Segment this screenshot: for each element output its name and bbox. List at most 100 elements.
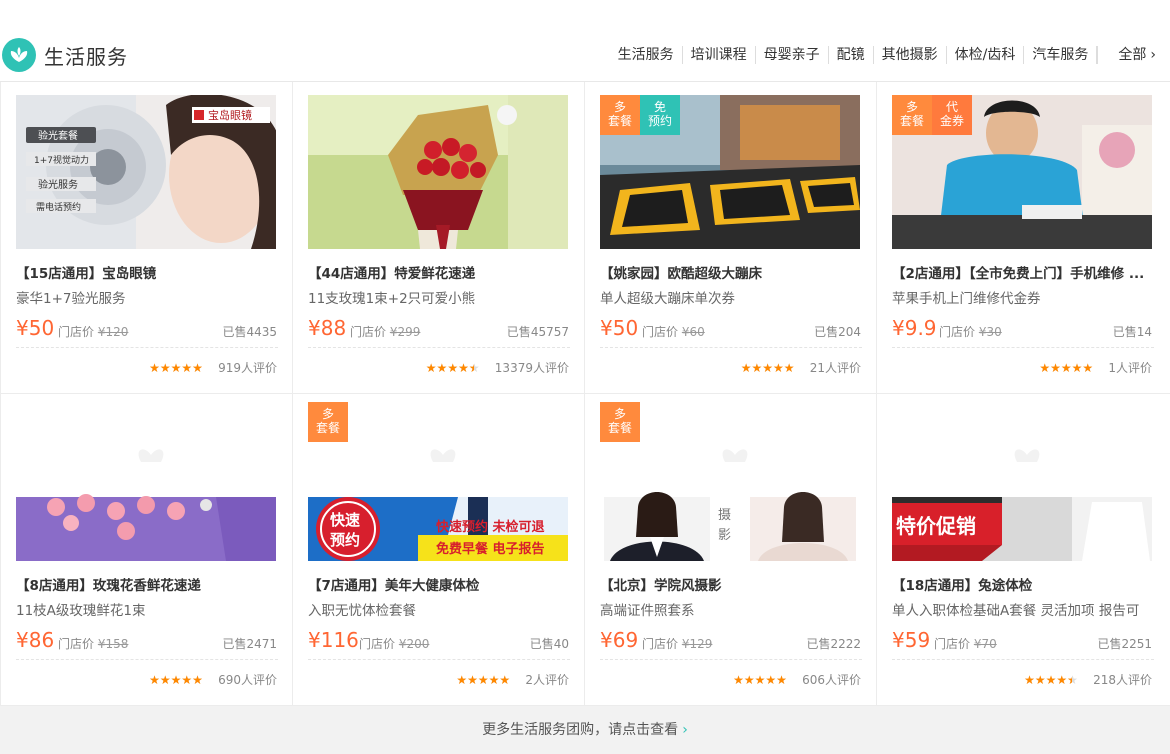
more-deals-link[interactable]: 更多生活服务团购，请点击查看 › [0, 706, 1170, 754]
image-text: 1+7视觉动力 [34, 154, 89, 166]
deal-price: ¥88 [308, 316, 347, 340]
review-count: 1 [1108, 360, 1116, 375]
review-label: 人评价 [824, 361, 861, 375]
badge-text: 多 套餐 [315, 407, 340, 435]
nav-all-link[interactable]: 全部 › [1098, 46, 1170, 64]
deal-title[interactable]: 【15店通用】宝岛眼镜 [16, 262, 278, 282]
deal-card[interactable]: 快速 预约 快速预约 未检可退 免费早餐 电子报告 多 套餐 【7店通用】美年大… [293, 394, 585, 706]
badge-text: 多 套餐 [899, 100, 924, 128]
sold-label: 已售 [529, 637, 554, 651]
deal-card[interactable]: 宝岛眼镜 验光套餐 1+7视觉动力 验光服务 需电话预约 【15店通用】宝岛眼镜… [1, 82, 293, 394]
store-price: 门店价 ¥70 [934, 635, 997, 652]
deal-image[interactable] [16, 407, 276, 561]
deal-card[interactable]: 多 套餐 免 预约 【姚家园】欧酷超级大蹦床 单人超级大蹦床单次券 ¥50 门店… [585, 82, 877, 394]
deal-card[interactable]: 多 套餐 代 金券 【2店通用】【全市免费上门】手机维修 ... 苹果手机上门维… [877, 82, 1170, 394]
sold-label: 已售 [222, 325, 247, 339]
deal-title[interactable]: 【2店通用】【全市免费上门】手机维修 ... [892, 262, 1154, 282]
badge: 多 套餐 [308, 402, 348, 442]
nav-item-photography[interactable]: 其他摄影 [874, 46, 947, 64]
sold-label: 已售 [222, 637, 247, 651]
image-text: 预约 [330, 531, 360, 549]
image-text: 宝岛眼镜 [208, 108, 252, 122]
review-label: 人评价 [532, 361, 569, 375]
deal-card[interactable]: 【8店通用】玫瑰花香鲜花速递 11枝A级玫瑰鲜花1束 ¥86 门店价 ¥158 … [1, 394, 293, 706]
store-price-value: ¥129 [681, 637, 713, 651]
deal-subtitle: 单人超级大蹦床单次券 [600, 291, 735, 307]
rating: ★★★★★★★★★★ 218人评价 [1024, 671, 1152, 688]
deal-card[interactable]: 【44店通用】特爱鲜花速递 11支玫瑰1束+2只可爱小熊 ¥88 门店价 ¥29… [293, 82, 585, 394]
divider [16, 659, 278, 660]
star-rating-icon: ★★★★★★★★★★ [149, 672, 203, 687]
store-price-label: 门店价 [939, 325, 976, 339]
deal-subtitle: 豪华1+7验光服务 [16, 291, 126, 307]
review-label: 人评价 [240, 361, 277, 375]
deal-subtitle: 单人入职体检基础A套餐 灵活加项 报告可 [892, 603, 1140, 619]
sold-label: 已售 [806, 637, 831, 651]
deal-title[interactable]: 【8店通用】玫瑰花香鲜花速递 [16, 574, 278, 594]
review-count: 919 [218, 360, 241, 375]
store-price-value: ¥30 [978, 325, 1002, 339]
store-price-label: 门店价 [642, 325, 679, 339]
nav-item-glasses[interactable]: 配镜 [829, 46, 874, 64]
rating: ★★★★★ ★★★★★ 21 人评价 [741, 359, 861, 376]
badge-group: 多 套餐 [600, 402, 640, 442]
store-price-value: ¥158 [97, 637, 129, 651]
image-text: 验光服务 [38, 178, 78, 191]
deal-price: ¥9.9 [892, 316, 937, 340]
deal-price: ¥50 [600, 316, 639, 340]
image-text: 特价促销 [896, 514, 976, 538]
section-header: 生活服务 生活服务 培训课程 母婴亲子 配镜 其他摄影 体检/齿科 汽车服务 全… [0, 0, 1170, 82]
divider [16, 347, 278, 348]
sold-value: 2251 [1121, 637, 1152, 651]
divider [308, 347, 570, 348]
store-price: 门店价 ¥60 [642, 323, 705, 340]
nav-all-label: 全部 [1118, 47, 1147, 63]
nav-item-life-service[interactable]: 生活服务 [610, 46, 683, 64]
review-label: 人评价 [824, 673, 861, 687]
nav-item-health-check[interactable]: 体检/齿科 [947, 46, 1025, 64]
sold-label: 已售 [1097, 637, 1122, 651]
sold-value: 40 [553, 637, 569, 651]
store-price: 门店价 ¥200 [359, 635, 429, 652]
store-price-value: ¥200 [398, 637, 430, 651]
deal-image[interactable]: 特价促销 [892, 407, 1152, 561]
section-title: 生活服务 [44, 45, 128, 69]
deal-grid: 宝岛眼镜 验光套餐 1+7视觉动力 验光服务 需电话预约 【15店通用】宝岛眼镜… [0, 82, 1170, 706]
badge: 多 套餐 [892, 95, 932, 135]
deal-subtitle: 11枝A级玫瑰鲜花1束 [16, 603, 146, 619]
store-price-value: ¥60 [681, 325, 705, 339]
chevron-right-icon: › [682, 722, 688, 738]
store-price-value: ¥120 [97, 325, 129, 339]
image-text: 需电话预约 [36, 201, 81, 213]
deal-title[interactable]: 【北京】学院风摄影 [600, 574, 862, 594]
nav-item-car-service[interactable]: 汽车服务 [1024, 46, 1098, 64]
sold-count: 已售2222 [806, 635, 861, 652]
deal-price: ¥69 [600, 628, 639, 652]
deal-card[interactable]: 摄 影 多 套餐 【北京】学院风摄影 高端证件照套系 ¥69 门店价 ¥129 … [585, 394, 877, 706]
more-deals-text: 更多生活服务团购，请点击查看 [482, 722, 679, 738]
badge-group: 多 套餐 [308, 402, 348, 442]
deal-image[interactable]: 宝岛眼镜 验光套餐 1+7视觉动力 验光服务 需电话预约 [16, 95, 276, 249]
sold-value: 2222 [830, 637, 861, 651]
deal-card[interactable]: 特价促销 【18店通用】兔途体检 单人入职体检基础A套餐 灵活加项 报告可 ¥5… [877, 394, 1170, 706]
store-price: 门店价 ¥129 [642, 635, 712, 652]
deal-title[interactable]: 【44店通用】特爱鲜花速递 [308, 262, 570, 282]
deal-image[interactable] [308, 95, 568, 249]
life-service-icon [2, 38, 36, 72]
badge: 多 套餐 [600, 402, 640, 442]
nav-item-training[interactable]: 培训课程 [683, 46, 756, 64]
chevron-right-icon: › [1150, 47, 1156, 63]
deal-title[interactable]: 【姚家园】欧酷超级大蹦床 [600, 262, 862, 282]
rating: ★★★★★ ★★★★★ 690 人评价 [149, 671, 277, 688]
deal-title[interactable]: 【18店通用】兔途体检 [892, 574, 1154, 594]
image-text: 摄 [718, 508, 731, 523]
store-price: 门店价 ¥120 [58, 323, 128, 340]
sold-count: 已售2471 [222, 635, 277, 652]
nav-item-maternal[interactable]: 母婴亲子 [756, 46, 829, 64]
deal-subtitle: 11支玫瑰1束+2只可爱小熊 [308, 291, 476, 307]
deal-title[interactable]: 【7店通用】美年大健康体检 [308, 574, 570, 594]
review-label: 人评价 [240, 673, 277, 687]
review-count: 13379 [494, 360, 533, 375]
store-price-label: 门店价 [359, 637, 396, 651]
review-count: 21 [809, 360, 825, 375]
